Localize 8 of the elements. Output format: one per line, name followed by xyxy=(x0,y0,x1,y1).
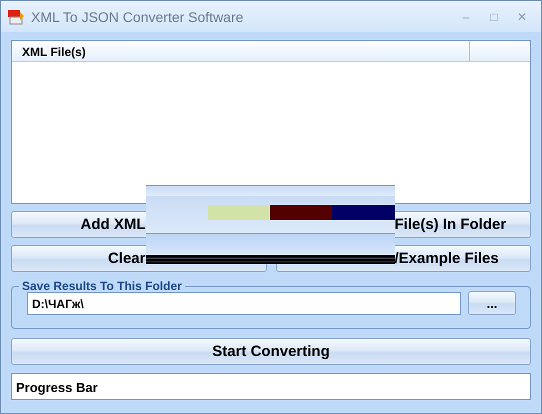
window-title: XML To JSON Converter Software xyxy=(31,8,244,24)
app-icon xyxy=(7,8,25,26)
progress-label: Progress Bar xyxy=(16,380,98,395)
file-list[interactable]: XML File(s) xyxy=(11,40,531,204)
folder-field[interactable]: D:\ЧАГж\ xyxy=(27,292,461,314)
start-button[interactable]: Start Converting xyxy=(11,338,531,365)
browse-button[interactable]: ... xyxy=(468,291,516,315)
group-title: Save Results To This Folder xyxy=(21,279,183,293)
